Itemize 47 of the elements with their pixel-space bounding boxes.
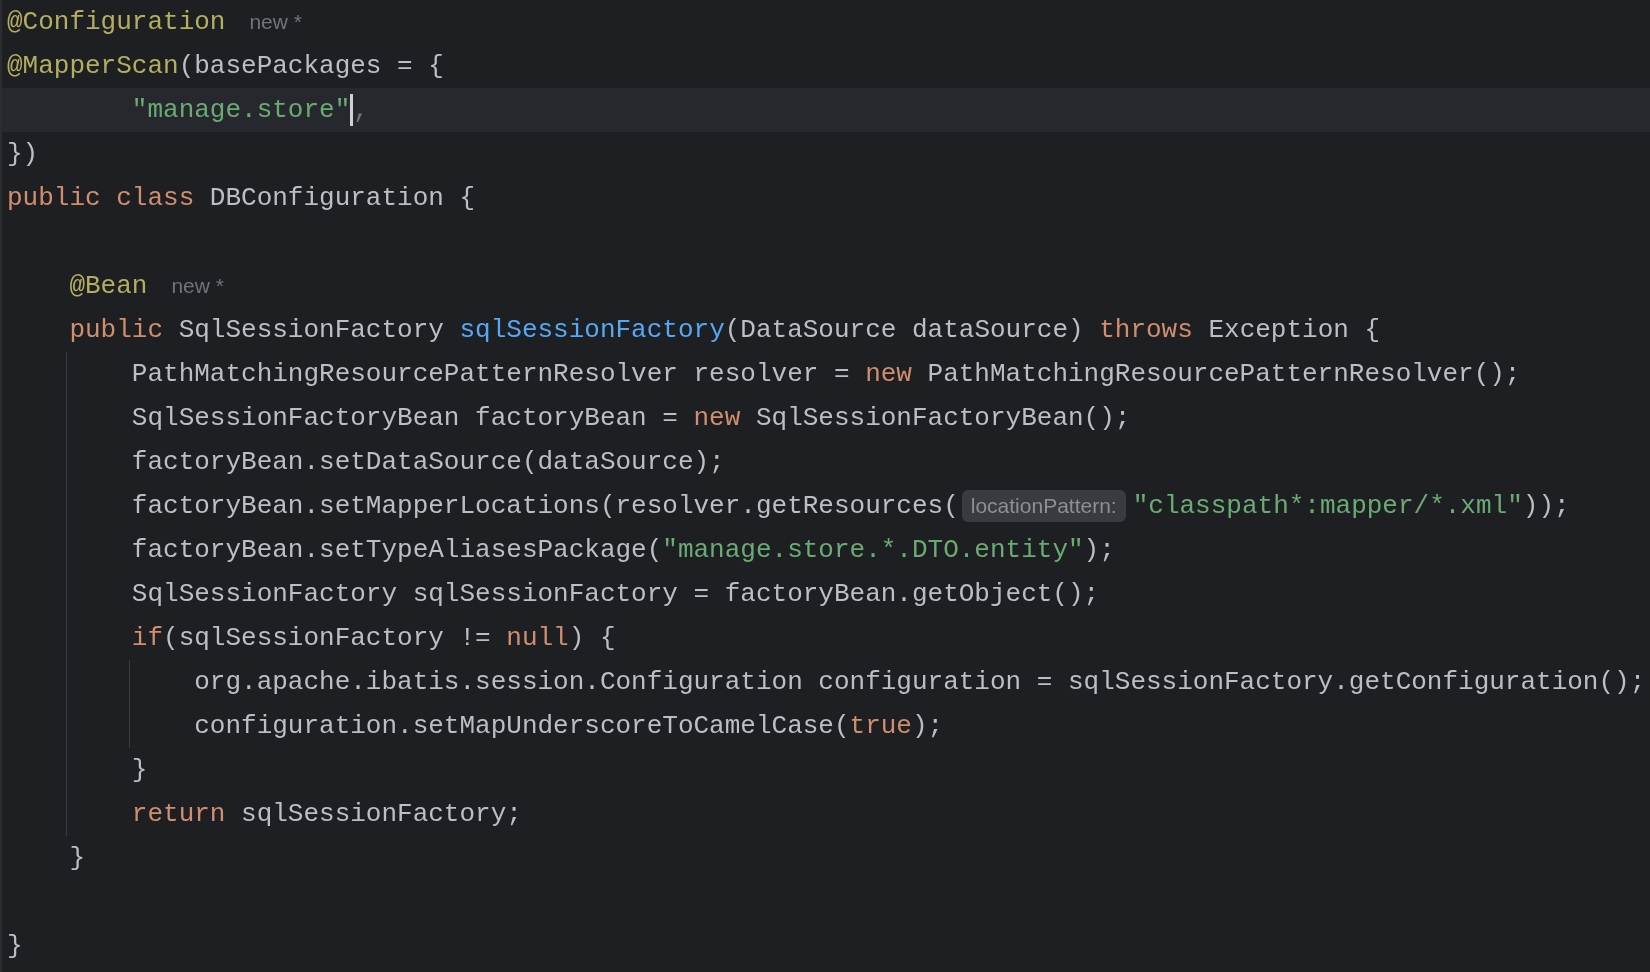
keyword: if <box>130 623 164 653</box>
code-text: (DataSource dataSource) <box>724 315 1085 345</box>
code-text: SqlSessionFactoryBean(); <box>754 403 1131 433</box>
method-name: sqlSessionFactory <box>459 315 725 345</box>
annotation: @MapperScan <box>7 51 179 81</box>
code-text: }) <box>7 139 39 169</box>
keyword: return <box>130 799 226 829</box>
code-text: (basePackages = { <box>178 51 444 81</box>
author-hint: new * <box>171 274 224 298</box>
code-text: ); <box>911 711 944 741</box>
code-text: SqlSessionFactory sqlSessionFactory = factoryBean.getObject(); <box>130 579 1100 609</box>
code-text: factoryBean.setMapperLocations(resolver.getResources( <box>130 491 959 521</box>
code-text: (sqlSessionFactory != <box>163 623 492 653</box>
string-literal: "manage.store" <box>130 95 351 125</box>
code-text: sqlSessionFactory; <box>240 799 522 829</box>
code-text: PathMatchingResourcePatternResolver(); <box>926 359 1521 389</box>
code-text: } <box>130 755 148 785</box>
code-text: SqlSessionFactory <box>177 315 445 345</box>
text-caret <box>350 94 354 126</box>
code-text: SqlSessionFactoryBean factoryBean = <box>130 403 679 433</box>
code-text: } <box>68 843 85 873</box>
keyword: new <box>865 359 912 389</box>
code-text: org.apache.ibatis.session.Configuration configuration = sqlSessionFactory.getConfiguration(); <box>193 667 1646 697</box>
annotation: @Bean <box>68 271 148 301</box>
code-text: ) { <box>568 623 616 653</box>
keyword: public <box>68 315 164 345</box>
punctuation: , <box>353 95 369 125</box>
annotation: @Configuration <box>7 7 226 37</box>
keyword: new <box>693 403 741 433</box>
keyword: true <box>849 711 912 741</box>
code-text: PathMatchingResourcePatternResolver resolver = <box>130 359 851 389</box>
code-text: configuration.setMapUnderscoreToCamelCase( <box>193 711 850 741</box>
keyword: null <box>506 623 569 653</box>
code-editor[interactable] <box>0 0 1650 972</box>
author-hint: new * <box>249 10 302 34</box>
parameter-hint: locationPattern: <box>961 490 1126 522</box>
code-text: } <box>7 931 23 961</box>
code-text: DBConfiguration { <box>208 183 476 213</box>
code-text: factoryBean.setDataSource(dataSource); <box>130 447 725 477</box>
code-text: factoryBean.setTypeAliasesPackage( <box>130 535 663 565</box>
string-literal: "manage.store.*.DTO.entity" <box>662 535 1084 565</box>
string-literal: "classpath*:mapper/*.xml" <box>1132 491 1523 521</box>
keyword: public class <box>7 183 195 213</box>
code-text: )); <box>1522 491 1570 521</box>
code-text: ); <box>1083 535 1115 565</box>
keyword: throws <box>1099 315 1193 345</box>
code-text: Exception { <box>1207 315 1381 345</box>
